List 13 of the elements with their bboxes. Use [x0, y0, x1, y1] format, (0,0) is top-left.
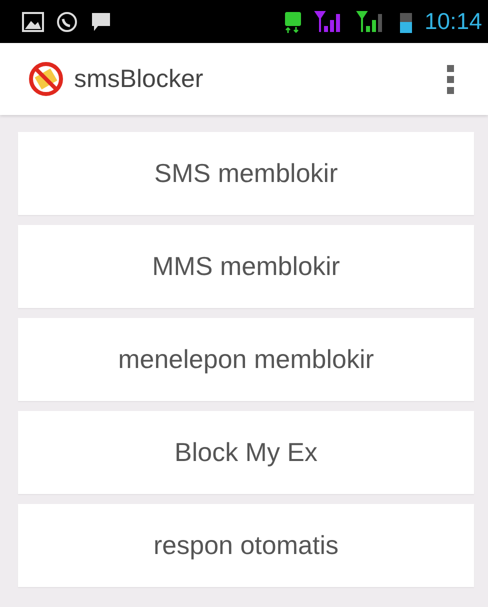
phone-chat-icon	[56, 10, 78, 32]
menu-item[interactable]: Block My Ex	[18, 411, 474, 494]
data-network-icon	[284, 10, 302, 34]
clock-time: 10:14	[424, 8, 482, 35]
blocked-envelope-icon	[28, 61, 64, 97]
battery-icon	[400, 10, 412, 32]
chat-bubble-icon	[90, 10, 112, 32]
menu-item[interactable]: menelepon memblokir	[18, 318, 474, 401]
menu-item[interactable]: SMS memblokir	[18, 132, 474, 215]
app-title: smsBlocker	[74, 64, 204, 94]
menu-item[interactable]: respon otomatis	[18, 504, 474, 587]
image-icon	[22, 12, 44, 32]
menu-item[interactable]: MMS memblokir	[18, 225, 474, 308]
